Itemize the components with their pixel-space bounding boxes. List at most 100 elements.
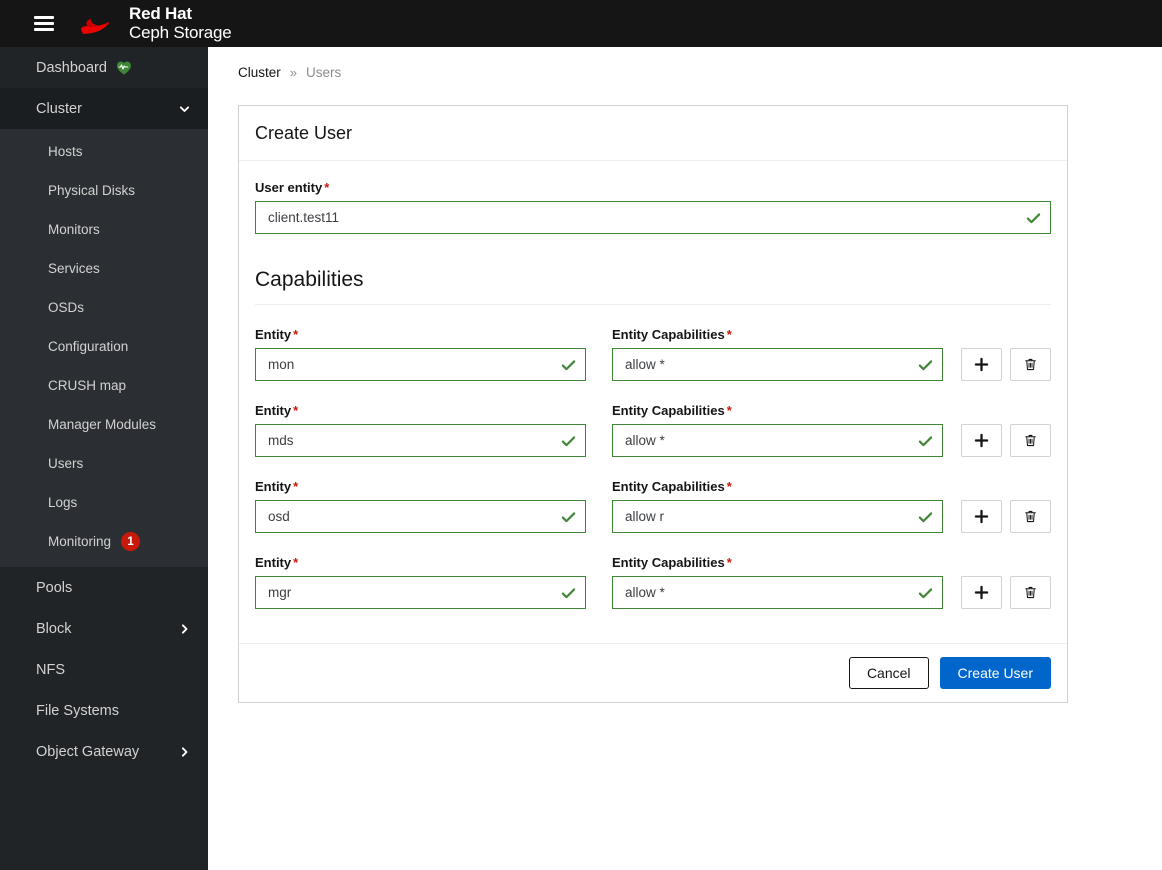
entity-capabilities-input[interactable] [612, 576, 943, 609]
sidebar-item-nfs[interactable]: NFS [0, 649, 208, 690]
sidebar-item-label: Object Gateway [36, 743, 140, 760]
sidebar-item-label: Logs [48, 495, 78, 510]
cancel-button[interactable]: Cancel [848, 657, 929, 689]
entity-capabilities-field-group: Entity Capabilities * [612, 403, 943, 457]
add-capability-button[interactable] [961, 424, 1002, 457]
capability-row: Entity* Entity Capabilities* [255, 479, 1051, 533]
sidebar-navigation: Dashboard Cluster Hosts Physical Disks M… [0, 47, 208, 870]
user-entity-label-text: User entity [255, 180, 323, 195]
sidebar-item-label: CRUSH map [48, 378, 127, 393]
sidebar-item-monitors[interactable]: Monitors [0, 210, 208, 249]
sidebar-item-label: OSDs [48, 300, 85, 315]
plus-icon [974, 585, 989, 600]
required-marker: * [324, 180, 330, 195]
breadcrumb-item-users[interactable]: Users [306, 65, 341, 80]
entity-input-wrap [255, 348, 586, 381]
capability-row-actions [961, 500, 1051, 533]
delete-capability-button[interactable] [1010, 348, 1051, 381]
sidebar-item-label: Hosts [48, 144, 83, 159]
entity-input[interactable] [255, 576, 586, 609]
sidebar-submenu-cluster: Hosts Physical Disks Monitors Services O… [0, 129, 208, 567]
sidebar-item-monitoring[interactable]: Monitoring 1 [0, 522, 208, 561]
required-marker: * [726, 403, 732, 418]
required-marker: * [293, 403, 299, 418]
sidebar-item-file-systems[interactable]: File Systems [0, 690, 208, 731]
entity-field-group: Entity * [255, 555, 586, 609]
sidebar-item-label: Users [48, 456, 84, 471]
create-user-button[interactable]: Create User [939, 657, 1051, 689]
sidebar-item-label: Pools [36, 579, 73, 596]
sidebar-item-services[interactable]: Services [0, 249, 208, 288]
sidebar-item-label: Monitors [48, 222, 100, 237]
entity-input[interactable] [255, 348, 586, 381]
user-entity-input-wrap [255, 201, 1051, 234]
required-marker: * [726, 555, 732, 570]
required-marker: * [293, 327, 299, 342]
hamburger-icon[interactable] [34, 16, 54, 31]
add-capability-button[interactable] [961, 348, 1002, 381]
required-marker: * [726, 479, 732, 494]
entity-input-wrap [255, 500, 586, 533]
entity-capabilities-input[interactable] [612, 348, 943, 381]
entity-input[interactable] [255, 500, 586, 533]
main-content: Cluster » Users Create User User entity *… [208, 47, 1162, 870]
entity-field-group: Entity * [255, 327, 586, 381]
entity-capabilities-input-wrap [612, 348, 943, 381]
plus-icon [974, 509, 989, 524]
trash-icon [1025, 586, 1036, 599]
entity-input-wrap [255, 576, 586, 609]
add-capability-button[interactable] [961, 576, 1002, 609]
entity-capabilities-field-group: Entity Capabilities * [612, 479, 943, 533]
entity-label: Entity * [255, 479, 586, 494]
trash-icon [1025, 510, 1036, 523]
entity-capabilities-label: Entity Capabilities * [612, 403, 943, 418]
delete-capability-button[interactable] [1010, 500, 1051, 533]
add-capability-button[interactable] [961, 500, 1002, 533]
sidebar-item-users[interactable]: Users [0, 444, 208, 483]
sidebar-item-cluster[interactable]: Cluster [0, 88, 208, 129]
sidebar-item-manager-modules[interactable]: Manager Modules [0, 405, 208, 444]
capabilities-section-title: Capabilities [255, 268, 1051, 305]
breadcrumb-separator-icon: » [289, 65, 297, 80]
entity-capabilities-field-group: Entity Capabilities * [612, 555, 943, 609]
entity-label: Entity * [255, 327, 586, 342]
plus-icon [974, 433, 989, 448]
user-entity-label: User entity * [255, 180, 1051, 195]
sidebar-item-label-dashboard: Dashboard [36, 59, 107, 76]
entity-capabilities-input[interactable] [612, 424, 943, 457]
delete-capability-button[interactable] [1010, 424, 1051, 457]
sidebar-item-crush-map[interactable]: CRUSH map [0, 366, 208, 405]
user-entity-input[interactable] [255, 201, 1051, 234]
entity-field-group: Entity * [255, 403, 586, 457]
entity-capabilities-input[interactable] [612, 500, 943, 533]
entity-label-text: Entity [255, 403, 292, 418]
sidebar-item-block[interactable]: Block [0, 608, 208, 649]
sidebar-item-physical-disks[interactable]: Physical Disks [0, 171, 208, 210]
capability-row: Entity* Entity Capabilities* [255, 403, 1051, 457]
capability-row: Entity* Entity Capabilities* [255, 327, 1051, 381]
sidebar-item-hosts[interactable]: Hosts [0, 132, 208, 171]
sidebar-item-osds[interactable]: OSDs [0, 288, 208, 327]
sidebar-item-configuration[interactable]: Configuration [0, 327, 208, 366]
sidebar-item-logs[interactable]: Logs [0, 483, 208, 522]
sidebar-item-dashboard[interactable]: Dashboard [0, 47, 208, 88]
delete-capability-button[interactable] [1010, 576, 1051, 609]
heart-pulse-icon [116, 61, 131, 74]
sidebar-item-pools[interactable]: Pools [0, 567, 208, 608]
sidebar-item-object-gateway[interactable]: Object Gateway [0, 731, 208, 772]
entity-capabilities-input-wrap [612, 576, 943, 609]
entity-label: Entity * [255, 555, 586, 570]
entity-input[interactable] [255, 424, 586, 457]
brand-name-primary: Red Hat [129, 4, 192, 24]
red-hat-fedora-icon [81, 18, 110, 34]
sidebar-item-label: Block [36, 620, 72, 637]
chevron-down-icon [179, 105, 190, 112]
breadcrumb-item-cluster[interactable]: Cluster [238, 65, 281, 80]
entity-capabilities-field-group: Entity Capabilities * [612, 327, 943, 381]
entity-capabilities-label-text: Entity Capabilities [612, 327, 725, 342]
brand-logo[interactable]: Red Hat Ceph Storage [74, 4, 232, 42]
capability-row-actions [961, 424, 1051, 457]
entity-field-group: Entity * [255, 479, 586, 533]
create-user-form: User entity* Capabilities Entity* [239, 161, 1067, 643]
capability-row-actions [961, 348, 1051, 381]
